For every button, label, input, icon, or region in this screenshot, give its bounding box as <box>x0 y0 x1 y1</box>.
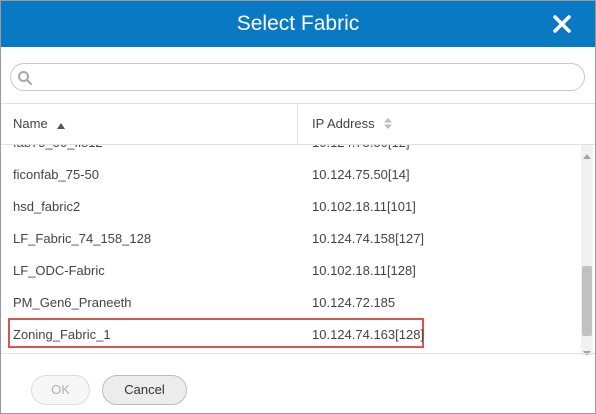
sort-ascending-icon <box>57 105 66 145</box>
table-row[interactable]: fab75_50_fi812 10.124.75.50[12] <box>1 145 581 159</box>
cell-name: LF_ODC-Fabric <box>13 263 105 278</box>
cell-ip-address: 10.102.18.11[101] <box>312 199 416 214</box>
cell-ip-address: 10.124.72.185 <box>312 295 396 310</box>
column-header-name-label: Name <box>13 116 48 131</box>
vertical-scrollbar[interactable] <box>581 145 593 355</box>
column-header-name[interactable]: Name <box>13 104 66 145</box>
search-box <box>10 63 585 91</box>
table-row[interactable]: hsd_fabric2 10.102.18.11[101] <box>1 191 581 223</box>
close-icon[interactable] <box>551 13 573 35</box>
ok-button[interactable]: OK <box>31 375 90 405</box>
scrollbar-thumb[interactable] <box>582 266 592 336</box>
table-row[interactable]: ficonfab_75-50 10.124.75.50[14] <box>1 159 581 191</box>
cancel-button[interactable]: Cancel <box>102 375 187 405</box>
column-divider <box>297 104 298 144</box>
table-body: fab75_50_fi812 10.124.75.50[12] ficonfab… <box>1 145 595 355</box>
column-header-ip-label: IP Address <box>312 116 375 131</box>
cell-ip-address: 10.102.18.11[128] <box>312 263 416 278</box>
table-row-selected[interactable]: Zoning_Fabric_1 10.124.74.163[128] <box>1 318 581 351</box>
dialog-footer: OK Cancel <box>1 353 595 413</box>
sort-unsorted-icon <box>384 105 393 145</box>
table-row[interactable]: PM_Gen6_Praneeth 10.124.72.185 <box>1 287 581 319</box>
cell-ip-address: 10.124.74.163[128] <box>312 327 425 342</box>
cell-name: ficonfab_75-50 <box>13 167 100 182</box>
scroll-down-arrow-icon[interactable] <box>583 344 591 355</box>
search-bar-area <box>1 47 595 104</box>
cell-name: PM_Gen6_Praneeth <box>13 295 132 310</box>
cell-name: LF_Fabric_74_158_128 <box>13 231 152 246</box>
cell-name: Zoning_Fabric_1 <box>13 327 111 342</box>
cell-ip-address: 10.124.75.50[14] <box>312 167 410 182</box>
cell-name: hsd_fabric2 <box>13 199 81 214</box>
dialog-titlebar: Select Fabric <box>1 1 595 47</box>
select-fabric-dialog: Select Fabric Name IP Address ficonfab_7… <box>0 0 596 414</box>
scroll-up-arrow-icon[interactable] <box>583 148 591 159</box>
table-row[interactable]: LF_ODC-Fabric 10.102.18.11[128] <box>1 255 581 287</box>
column-header-ip-address[interactable]: IP Address <box>312 104 393 145</box>
dialog-title: Select Fabric <box>236 12 360 35</box>
cell-name: fab75_50_fi812 <box>13 145 103 159</box>
cell-ip-address: 10.124.75.50[12] <box>312 145 410 159</box>
search-input[interactable] <box>39 67 573 89</box>
cell-ip-address: 10.124.74.158[127] <box>312 231 425 246</box>
table-header: Name IP Address <box>1 104 595 145</box>
table-row[interactable]: LF_Fabric_74_158_128 10.124.74.158[127] <box>1 223 581 255</box>
search-icon <box>17 70 33 86</box>
